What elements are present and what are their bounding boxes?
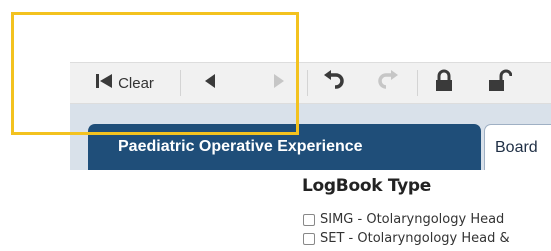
lock-button[interactable] — [426, 63, 462, 103]
undo-icon — [322, 69, 346, 97]
previous-button[interactable] — [193, 63, 227, 103]
clear-button[interactable]: Clear — [78, 63, 170, 103]
caret-right-icon — [271, 72, 287, 95]
logbook-option-set[interactable]: SET - Otolaryngology Head & — [303, 231, 510, 246]
tab-board[interactable]: Board — [484, 124, 551, 170]
checkbox[interactable] — [303, 232, 315, 245]
toolbar-separator — [180, 70, 181, 96]
unlock-icon — [488, 69, 513, 98]
clear-label: Clear — [118, 74, 154, 92]
redo-button[interactable] — [370, 63, 406, 103]
next-button[interactable] — [262, 63, 296, 103]
logbook-type-heading: LogBook Type — [302, 176, 431, 196]
skip-to-start-icon — [94, 72, 114, 95]
option-label: SET - Otolaryngology Head & — [320, 231, 510, 246]
toolbar-separator — [417, 70, 418, 96]
tab-label: Board — [495, 138, 538, 156]
tab-label: Paediatric Operative Experience — [118, 138, 363, 155]
logbook-option-simg[interactable]: SIMG - Otolaryngology Head — [303, 212, 504, 227]
tab-paediatric-operative-experience[interactable]: Paediatric Operative Experience — [88, 124, 481, 170]
option-label: SIMG - Otolaryngology Head — [320, 212, 505, 227]
redo-icon — [376, 69, 400, 97]
lock-icon — [434, 69, 454, 98]
toolbar-separator — [307, 70, 308, 96]
checkbox[interactable] — [303, 213, 315, 226]
caret-left-icon — [202, 72, 218, 95]
unlock-button[interactable] — [482, 63, 518, 103]
undo-button[interactable] — [316, 63, 352, 103]
toolbar: Clear — [70, 62, 551, 104]
